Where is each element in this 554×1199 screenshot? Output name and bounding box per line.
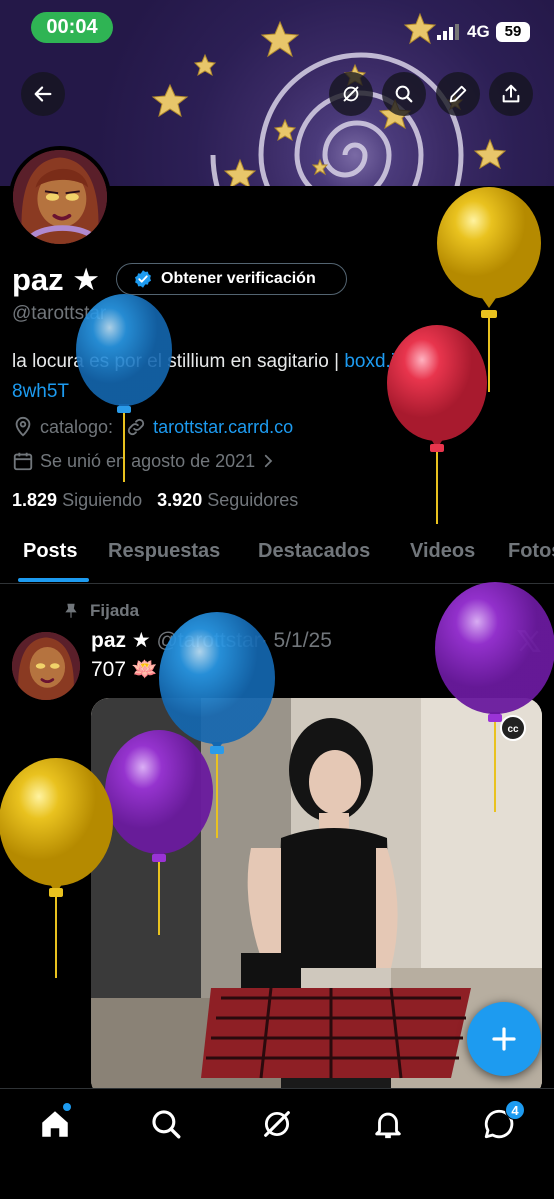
profile-joined: Se unió en agosto de 2021 bbox=[40, 450, 256, 471]
post-avatar[interactable] bbox=[12, 632, 80, 700]
bio-text: la locura es por el stillium en sagitari… bbox=[12, 351, 345, 372]
pin-icon bbox=[65, 603, 77, 618]
explore-search-icon[interactable] bbox=[149, 1107, 183, 1141]
followers-label: Seguidores bbox=[207, 490, 299, 510]
home-icon[interactable] bbox=[38, 1107, 72, 1141]
tab-photos[interactable]: Fotos bbox=[508, 540, 554, 563]
tab-videos[interactable]: Videos bbox=[410, 540, 475, 563]
calendar-icon bbox=[13, 452, 33, 471]
compose-post-button[interactable] bbox=[467, 1002, 541, 1076]
status-bar: 00:04 4G 59 bbox=[0, 0, 554, 56]
followers-link[interactable]: 3.920 Seguidores bbox=[157, 490, 298, 510]
chevron-right-icon bbox=[265, 454, 273, 468]
plus-icon bbox=[492, 1027, 516, 1051]
profile-location: catalogo: bbox=[40, 416, 114, 437]
avatar-image bbox=[13, 150, 107, 244]
profile-avatar[interactable] bbox=[9, 146, 111, 248]
grok-icon bbox=[343, 86, 359, 102]
home-unread-dot bbox=[63, 1103, 71, 1111]
bio-link-continued[interactable]: 8wh5T bbox=[12, 381, 69, 402]
search-icon bbox=[395, 85, 413, 103]
pencil-icon bbox=[449, 85, 467, 103]
profile-name: paz ★ bbox=[12, 262, 101, 297]
arrow-left-icon bbox=[34, 86, 52, 102]
profile-website-link[interactable]: tarottstar.carrd.co bbox=[153, 417, 293, 438]
search-button[interactable] bbox=[382, 72, 426, 116]
following-label: Siguiendo bbox=[62, 490, 143, 510]
profile-bio: la locura es por el stillium en sagitari… bbox=[12, 347, 532, 407]
tab-highlights[interactable]: Destacados bbox=[258, 540, 370, 563]
get-verified-button[interactable]: Obtener verificación bbox=[116, 263, 347, 295]
tab-posts[interactable]: Posts bbox=[23, 540, 77, 563]
verified-badge-icon bbox=[135, 270, 151, 288]
post-header: paz ★ @tarottstar· 5/1/25 bbox=[91, 628, 332, 653]
share-icon bbox=[502, 84, 520, 103]
edit-button[interactable] bbox=[436, 72, 480, 116]
post-avatar-image bbox=[12, 632, 80, 700]
status-time: 00:04 bbox=[31, 12, 113, 43]
bottom-navigation bbox=[0, 1088, 554, 1199]
follow-stats: 1.829 Siguiendo 3.920 Seguidores bbox=[12, 490, 298, 511]
captions-button[interactable]: cc bbox=[500, 715, 526, 741]
post-date: · 5/1/25 bbox=[260, 629, 332, 652]
messages-badge: 4 bbox=[505, 1100, 525, 1120]
get-verified-label: Obtener verificación bbox=[161, 270, 316, 287]
following-link[interactable]: 1.829 Siguiendo bbox=[12, 490, 142, 510]
profile-handle: @tarottstar bbox=[12, 303, 107, 324]
grok-nav-icon[interactable] bbox=[260, 1107, 294, 1141]
post-handle[interactable]: @tarottstar bbox=[157, 629, 261, 652]
x-logo-icon bbox=[517, 630, 541, 652]
post-text: 707 🪷 bbox=[91, 658, 159, 681]
pinned-label: Fijada bbox=[90, 601, 140, 620]
post-author[interactable]: paz ★ bbox=[91, 629, 151, 652]
back-button[interactable] bbox=[21, 72, 65, 116]
share-button[interactable] bbox=[489, 72, 533, 116]
notifications-bell-icon[interactable] bbox=[371, 1107, 405, 1141]
pinned-indicator: Fijada bbox=[62, 601, 139, 621]
profile-tabs: Posts Respuestas Destacados Videos Fotos bbox=[0, 528, 554, 584]
tab-replies[interactable]: Respuestas bbox=[108, 540, 220, 563]
following-count: 1.829 bbox=[12, 490, 58, 510]
grok-button[interactable] bbox=[329, 72, 373, 116]
location-pin-icon bbox=[15, 416, 31, 437]
battery-level: 59 bbox=[496, 22, 530, 42]
followers-count: 3.920 bbox=[157, 490, 203, 510]
active-tab-indicator bbox=[18, 578, 89, 582]
signal-icon bbox=[437, 24, 459, 40]
profile-meta-row: catalogo: tarottstar.carrd.co bbox=[12, 416, 293, 438]
network-type: 4G bbox=[467, 22, 490, 41]
profile-joined-row[interactable]: Se unió en agosto de 2021 bbox=[12, 450, 283, 472]
bio-link[interactable]: boxd.it/ bbox=[344, 351, 405, 372]
link-icon bbox=[127, 418, 145, 436]
